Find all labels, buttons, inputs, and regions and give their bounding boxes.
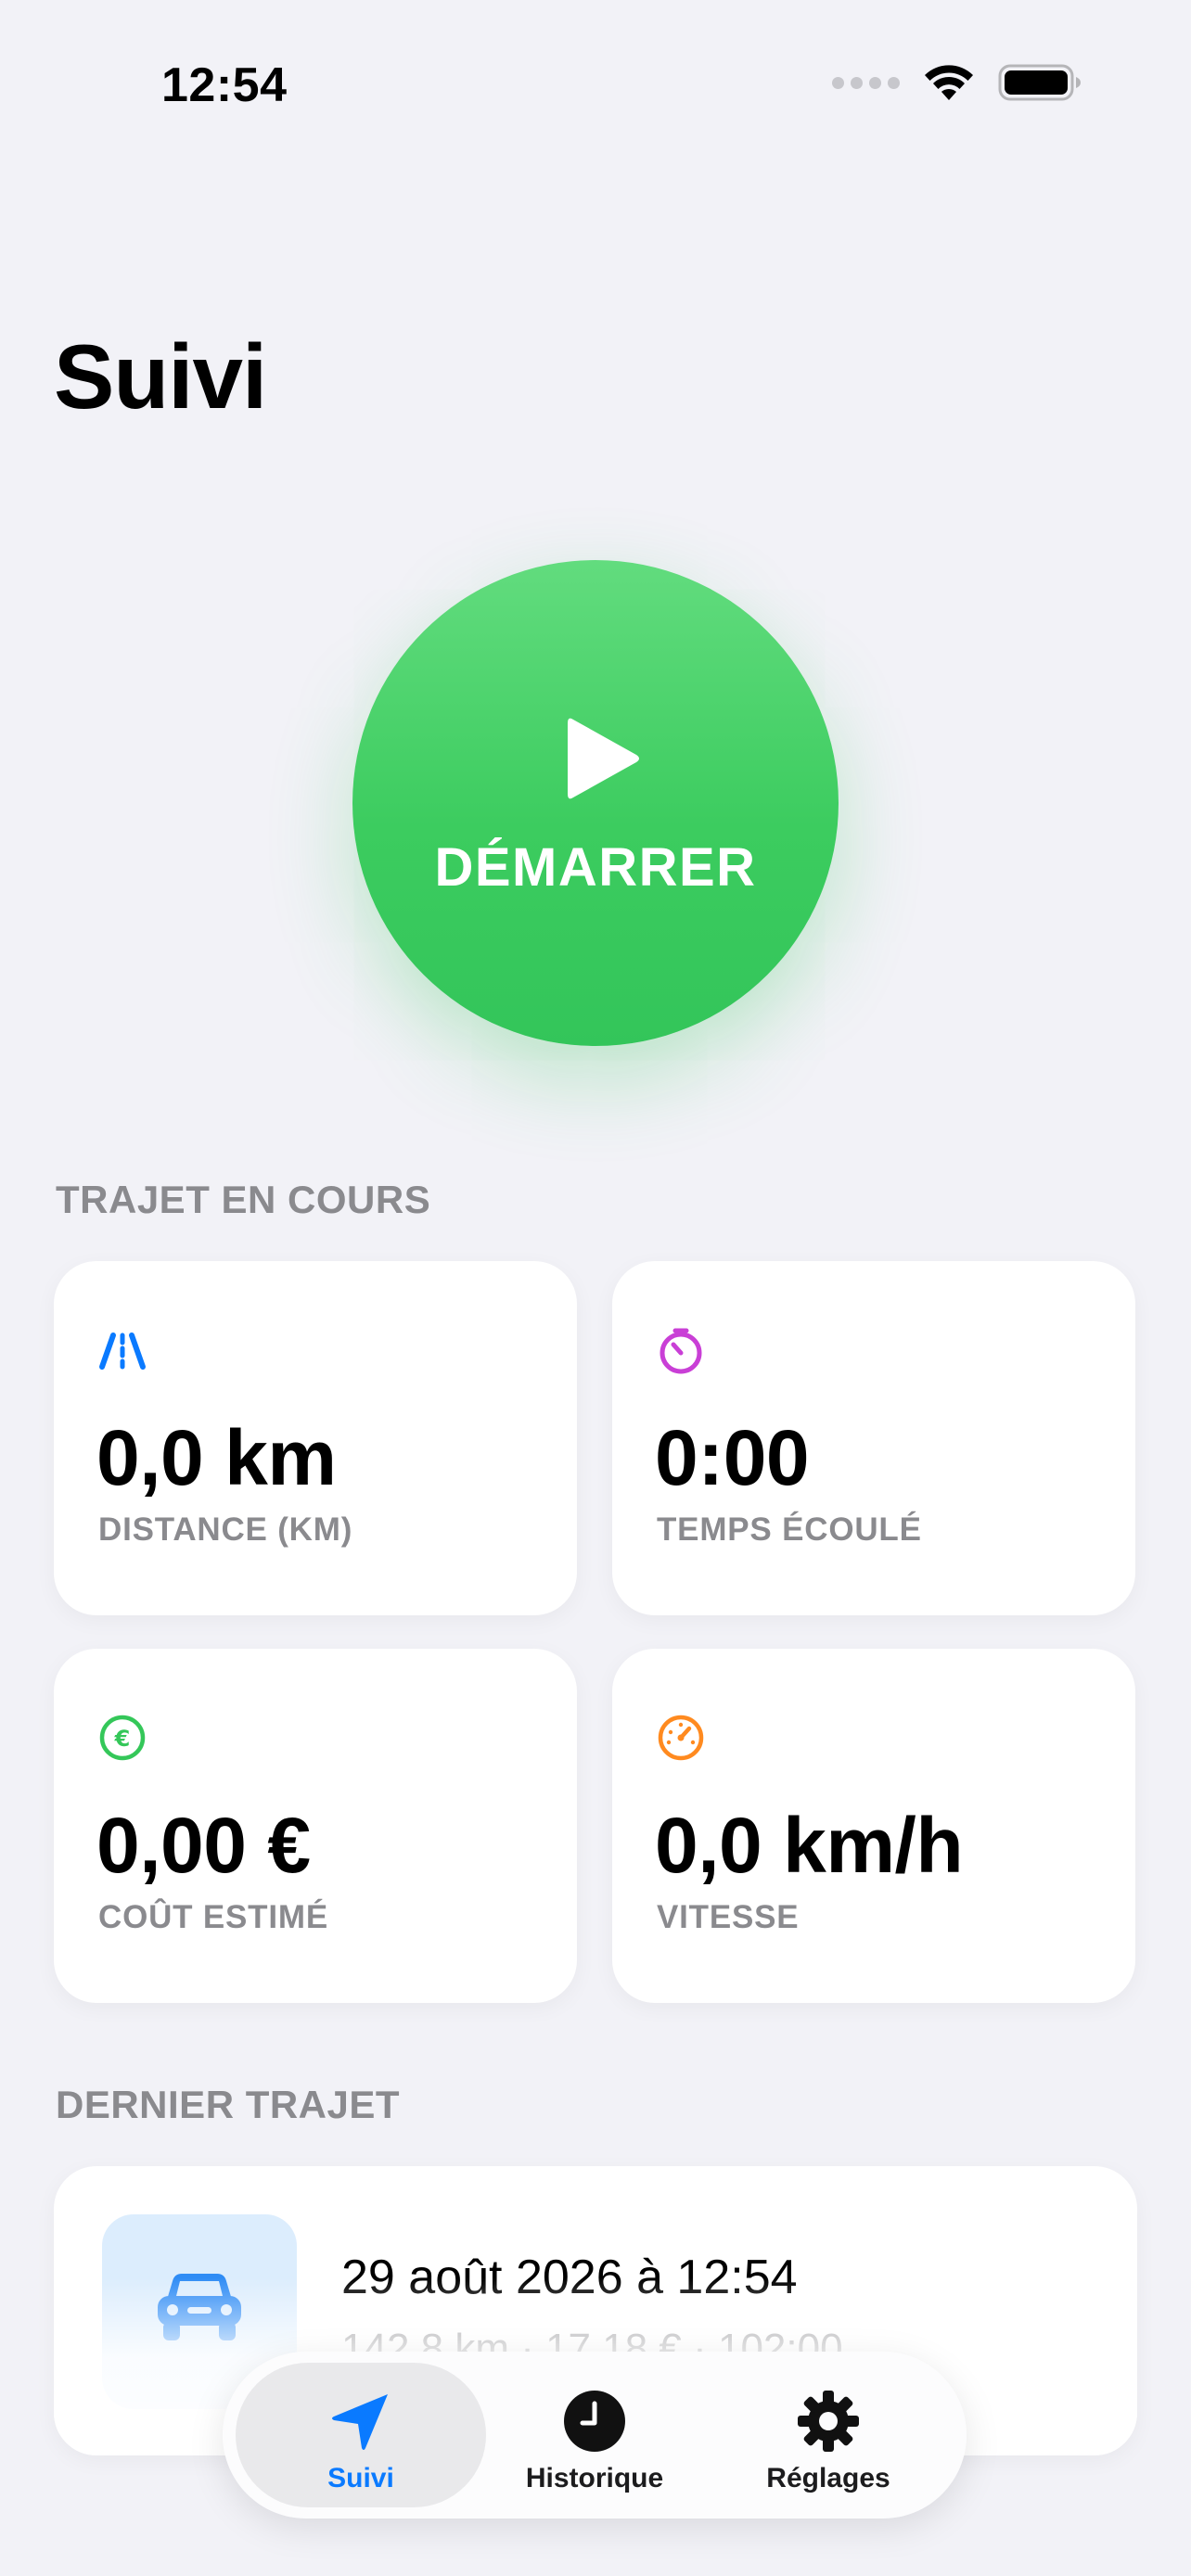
car-icon <box>158 2274 241 2340</box>
page-title: Suivi <box>54 325 267 427</box>
gear-icon <box>798 2391 859 2452</box>
timer-icon <box>660 1328 702 1374</box>
euro-circle-icon: € <box>99 1715 146 1761</box>
speed-value: 0,0 km/h <box>655 1802 964 1889</box>
tab-suivi[interactable]: Suivi <box>236 2363 486 2507</box>
current-trip-section-title: TRAJET EN COURS <box>56 1178 431 1221</box>
tab-reglages[interactable]: Réglages <box>703 2363 954 2507</box>
elapsed-time-label: TEMPS ÉCOULÉ <box>657 1511 922 1548</box>
wifi-icon <box>925 65 973 100</box>
start-button[interactable]: DÉMARRER <box>352 560 839 1046</box>
last-trip-section-title: DERNIER TRAJET <box>56 2083 401 2126</box>
tab-bar: Suivi Historique Réglages <box>223 2352 967 2519</box>
speed-label: VITESSE <box>657 1899 800 1935</box>
distance-label: DISTANCE (KM) <box>98 1511 353 1548</box>
distance-card: 0,0 km DISTANCE (KM) <box>54 1261 577 1615</box>
trip-date: 29 août 2026 à 12:54 <box>341 2251 798 2304</box>
tab-label: Historique <box>525 2463 664 2493</box>
location-arrow-icon <box>332 2394 388 2450</box>
distance-value: 0,0 km <box>96 1414 337 1501</box>
elapsed-time-card: 0:00 TEMPS ÉCOULÉ <box>612 1261 1135 1615</box>
battery-icon <box>998 64 1081 101</box>
svg-text:€: € <box>114 1726 131 1752</box>
cellular-signal-icon <box>832 76 900 89</box>
start-button-label: DÉMARRER <box>434 837 757 898</box>
speed-card: 0,0 km/h VITESSE <box>612 1649 1135 2003</box>
road-icon <box>99 1333 146 1370</box>
estimated-cost-card: € 0,00 € COÛT ESTIMÉ <box>54 1649 577 2003</box>
play-icon <box>568 718 639 799</box>
status-bar: 12:54 <box>0 0 1191 139</box>
estimated-cost-label: COÛT ESTIMÉ <box>98 1899 328 1935</box>
status-time: 12:54 <box>161 58 288 112</box>
tab-historique[interactable]: Historique <box>469 2363 720 2507</box>
clock-icon <box>564 2391 625 2452</box>
estimated-cost-value: 0,00 € <box>96 1802 311 1889</box>
elapsed-time-value: 0:00 <box>655 1414 810 1501</box>
status-icons <box>832 63 1082 102</box>
tab-label: Réglages <box>766 2463 890 2493</box>
tab-label: Suivi <box>327 2463 394 2493</box>
speedometer-icon <box>658 1715 704 1761</box>
